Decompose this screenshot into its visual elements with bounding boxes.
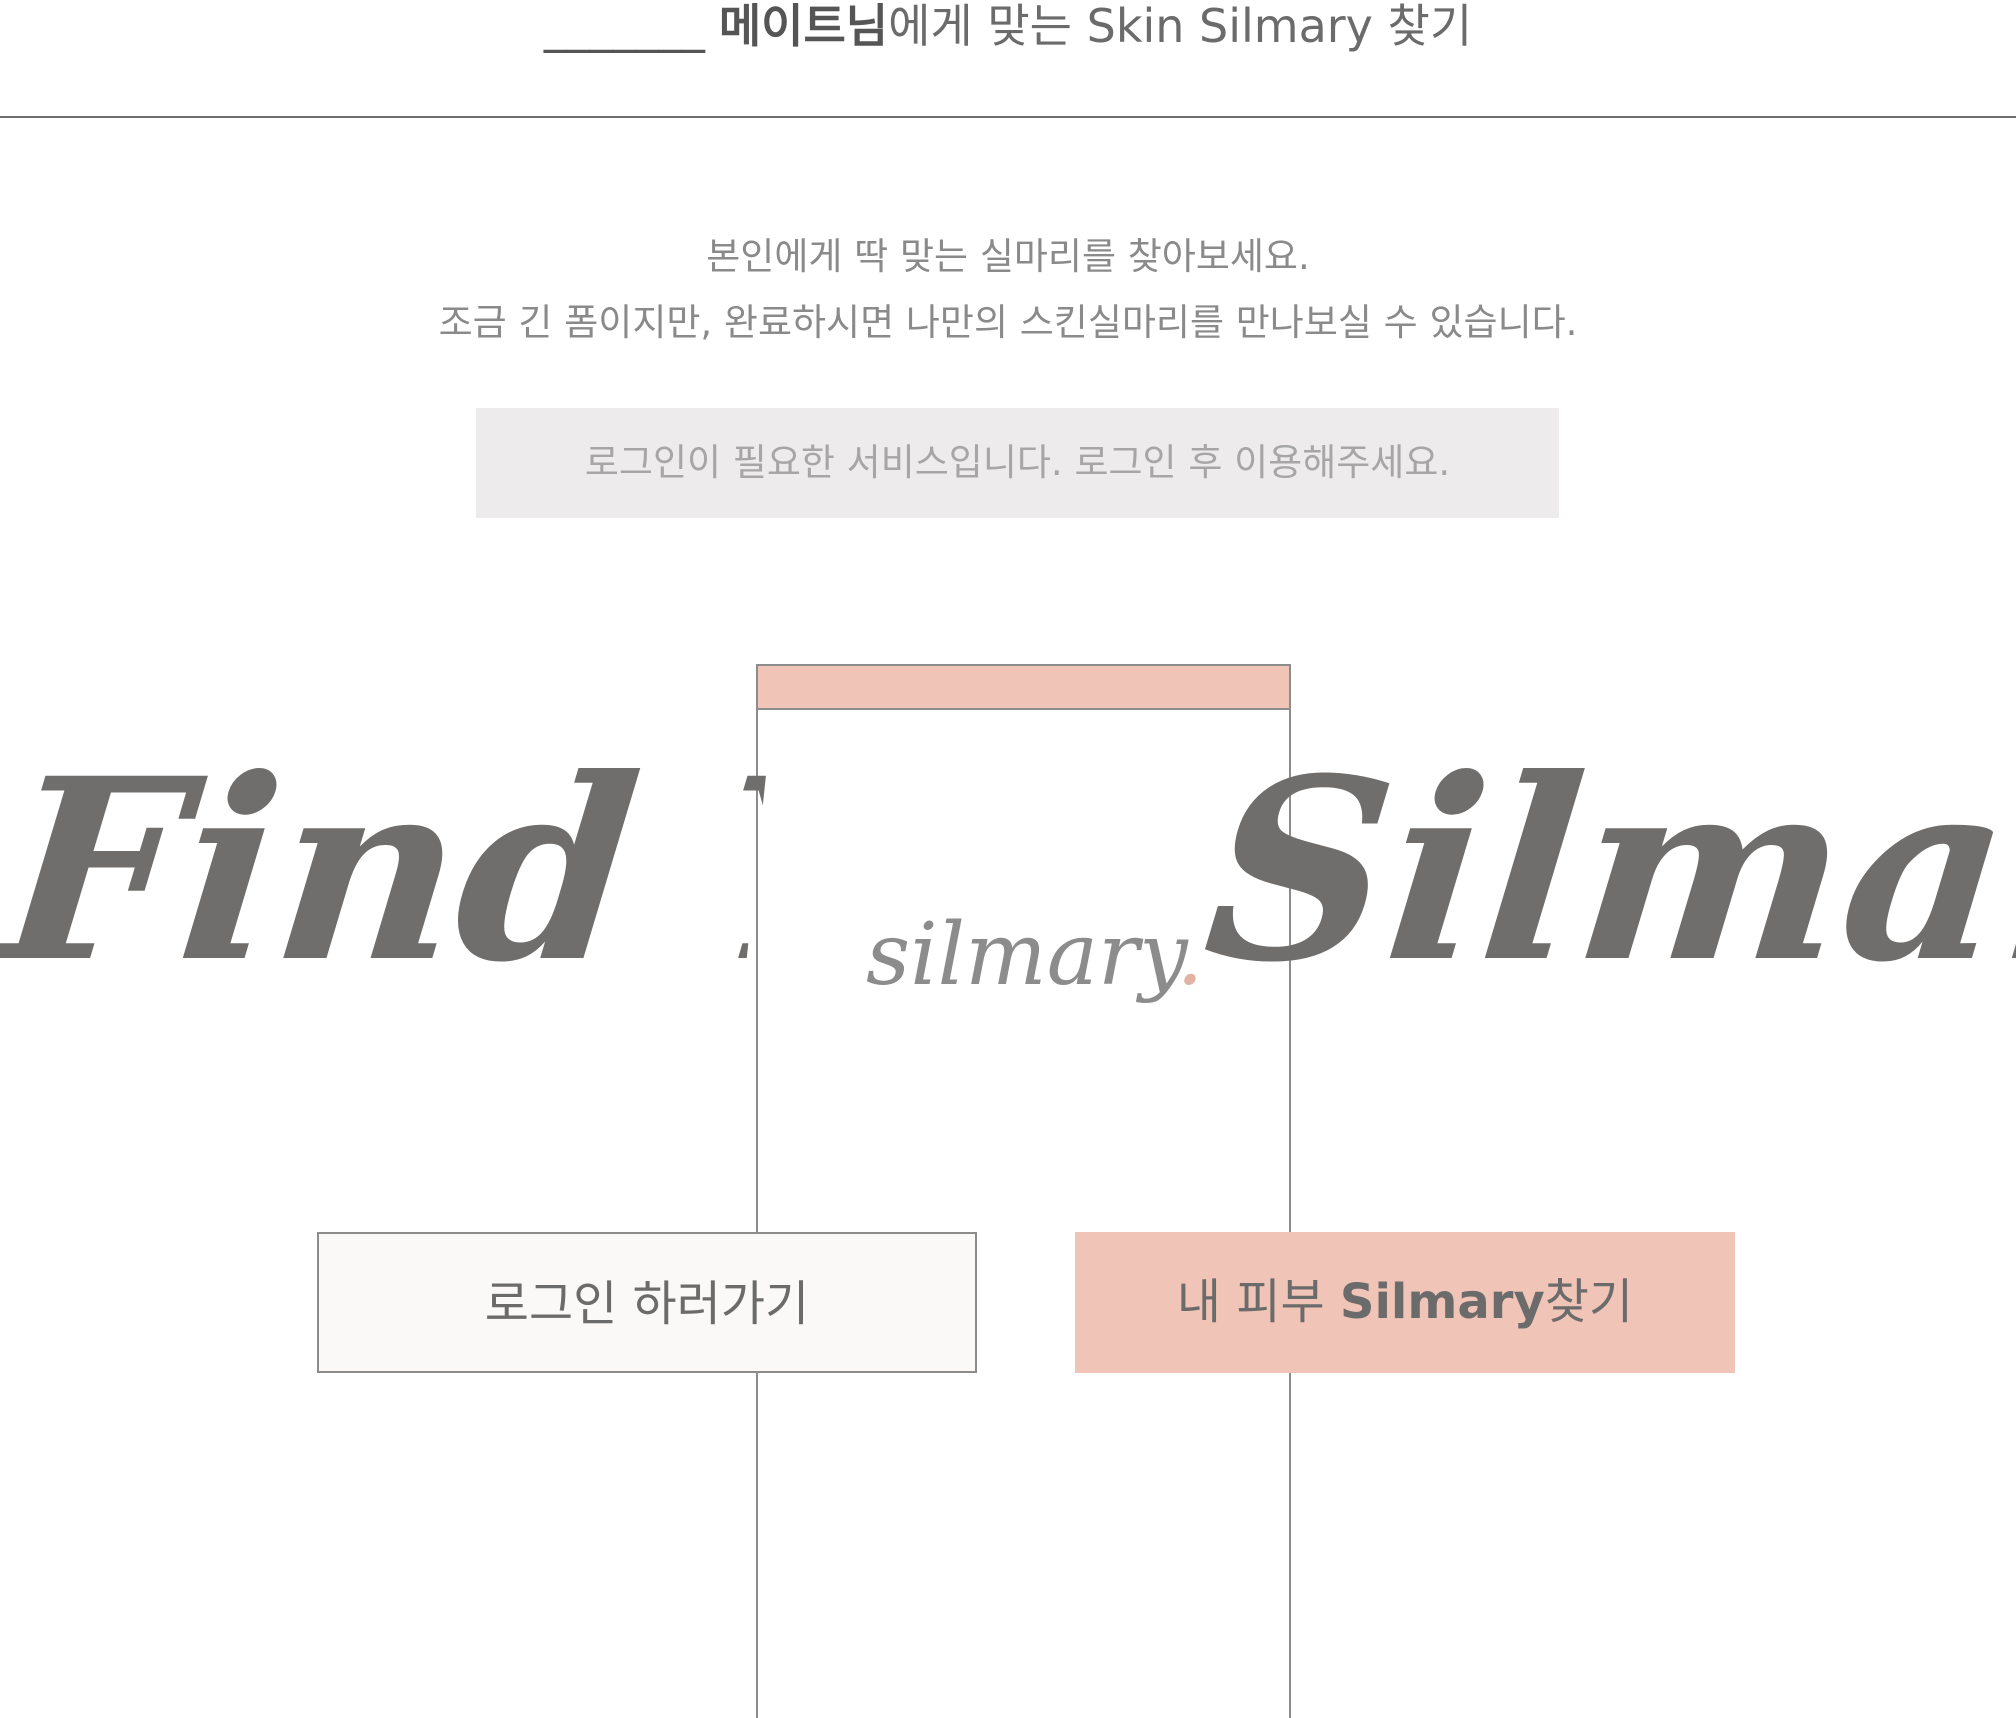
hero-pillar-band <box>756 664 1291 710</box>
intro-line-1: 본인에게 딱 맞는 실마리를 찾아보세요. <box>706 235 1310 278</box>
logo-dot: . <box>1176 905 1204 1005</box>
find-button-prefix: 내 피부 <box>1176 1274 1340 1330</box>
hero-script-silmary: Silmary <box>1194 723 2016 1017</box>
login-button-label: 로그인 하러가기 <box>484 1276 810 1332</box>
find-my-skin-silmary-button[interactable]: 내 피부 Silmary찾기 <box>1075 1232 1735 1373</box>
intro-line-2: 조금 긴 폼이지만, 완료하시면 나만의 스킨실마리를 만나보실 수 있습니다. <box>438 301 1578 344</box>
find-button-bold: Silmary <box>1339 1274 1545 1330</box>
find-button-suffix: 찾기 <box>1544 1274 1634 1330</box>
hero-pillar <box>756 664 1291 1718</box>
title-text: 에게 맞는 Skin Silmary 찾기 <box>888 0 1473 53</box>
page: _______ 메이트님에게 맞는 Skin Silmary 찾기 본인에게 딱 … <box>0 0 2016 1718</box>
login-button[interactable]: 로그인 하러가기 <box>317 1232 977 1373</box>
name-blank: _______ <box>543 0 705 53</box>
header-divider <box>0 116 2016 118</box>
page-title: _______ 메이트님에게 맞는 Skin Silmary 찾기 <box>0 0 2016 60</box>
login-required-notice: 로그인이 필요한 서비스입니다. 로그인 후 이용해주세요. <box>476 408 1559 518</box>
silmary-logo: silmary. <box>866 905 1204 1005</box>
hero-script-find-you: Find You <box>0 723 772 1017</box>
logo-text: silmary <box>866 905 1177 1005</box>
user-name: 메이트님 <box>718 0 889 53</box>
